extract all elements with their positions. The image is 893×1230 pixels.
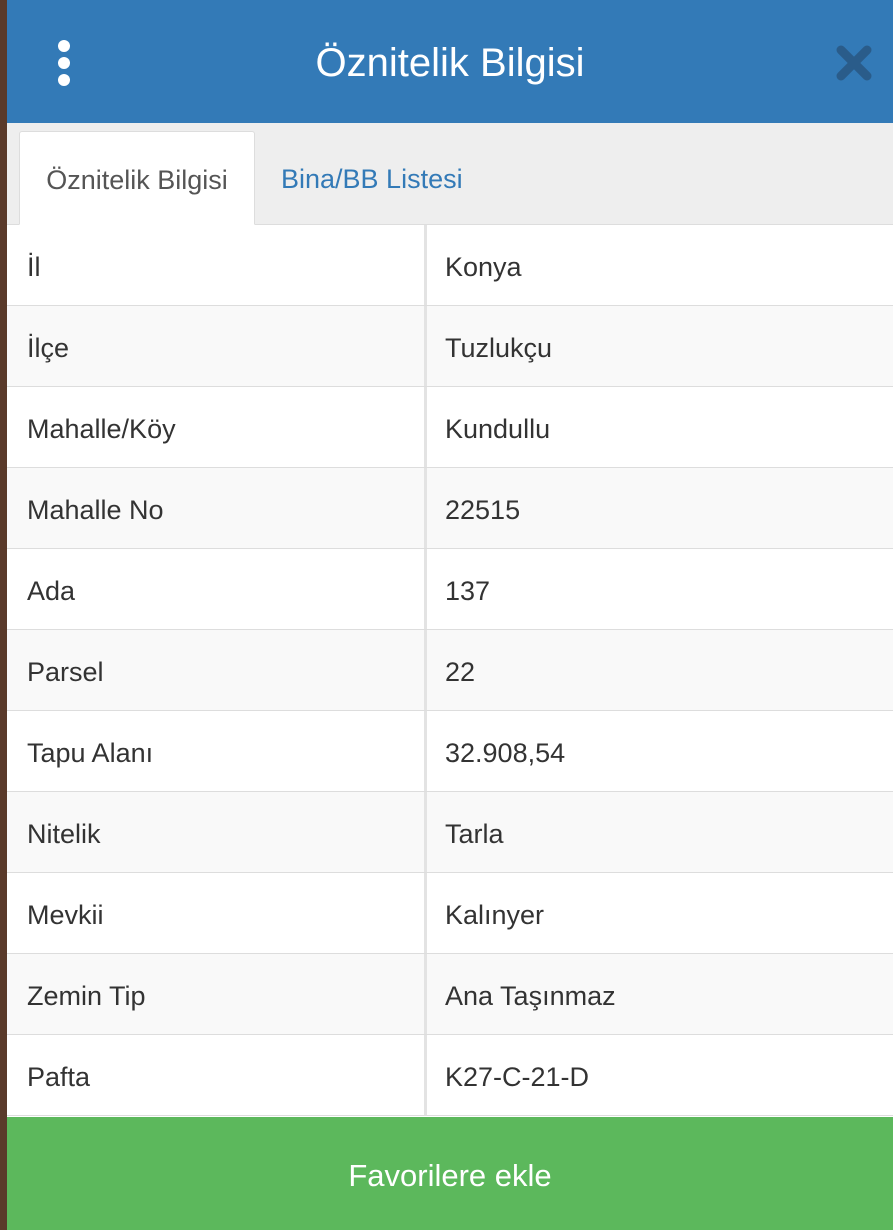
attribute-key: Tapu Alanı — [7, 711, 427, 791]
tab-attribute-info[interactable]: Öznitelik Bilgisi — [19, 131, 255, 225]
table-row: Mevkii Kalınyer — [7, 873, 893, 954]
attribute-value: Tuzlukçu — [445, 333, 553, 363]
attribute-value: 22 — [445, 657, 476, 687]
attribute-key: Pafta — [7, 1035, 427, 1115]
attribute-key: Nitelik — [7, 792, 427, 872]
attribute-value: Kundullu — [445, 414, 551, 444]
close-icon[interactable] — [831, 40, 877, 86]
attribute-value: K27-C-21-D — [445, 1062, 590, 1092]
attribute-value: 32.908,54 — [445, 738, 566, 768]
attribute-value: 22515 — [445, 495, 521, 525]
attribute-key: Mahalle/Köy — [7, 387, 427, 467]
tab-building-list[interactable]: Bina/BB Listesi — [261, 131, 483, 224]
table-row: Nitelik Tarla — [7, 792, 893, 873]
table-row: İl Konya — [7, 225, 893, 306]
table-row: Mahalle No 22515 — [7, 468, 893, 549]
table-row: Ada 137 — [7, 549, 893, 630]
add-to-favorites-button[interactable]: Favorilere ekle — [7, 1117, 893, 1230]
table-row: Mahalle/Köy Kundullu — [7, 387, 893, 468]
attribute-key: Ada — [7, 549, 427, 629]
dialog-header: Öznitelik Bilgisi — [7, 0, 893, 123]
attribute-value: 137 — [445, 576, 491, 606]
table-row: İlçe Tuzlukçu — [7, 306, 893, 387]
table-row: Zemin Tip Ana Taşınmaz — [7, 954, 893, 1035]
attribute-key: İlçe — [7, 306, 427, 386]
table-row: Parsel 22 — [7, 630, 893, 711]
attribute-value: Kalınyer — [445, 900, 545, 930]
attribute-key: Mahalle No — [7, 468, 427, 548]
table-row: Tapu Alanı 32.908,54 — [7, 711, 893, 792]
table-row: Pafta K27-C-21-D — [7, 1035, 893, 1116]
kebab-menu-icon[interactable] — [47, 40, 83, 86]
attribute-key: Parsel — [7, 630, 427, 710]
attribute-value: Ana Taşınmaz — [445, 981, 616, 1011]
attribute-dialog: Öznitelik Bilgisi Öznitelik Bilgisi Bina… — [7, 0, 893, 1230]
attribute-key: Zemin Tip — [7, 954, 427, 1034]
attribute-value: Tarla — [445, 819, 504, 849]
dialog-title: Öznitelik Bilgisi — [315, 41, 585, 85]
tab-bar: Öznitelik Bilgisi Bina/BB Listesi — [7, 123, 893, 225]
attribute-key: İl — [7, 225, 427, 305]
attribute-value: Konya — [445, 252, 522, 282]
attribute-key: Mevkii — [7, 873, 427, 953]
attribute-table: İl Konya İlçe Tuzlukçu Mahalle/Köy Kundu… — [7, 225, 893, 1116]
